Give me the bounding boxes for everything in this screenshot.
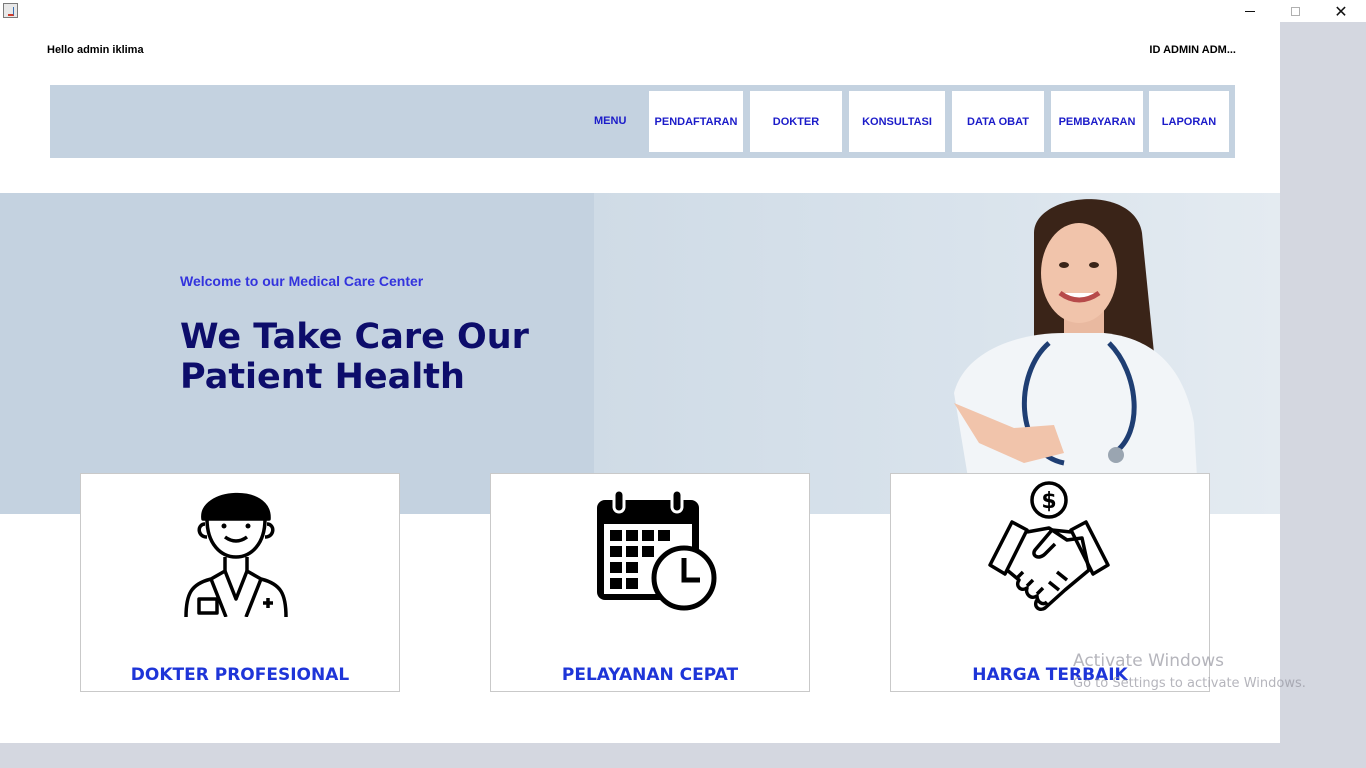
nav-dokter-button[interactable]: DOKTER: [750, 91, 842, 152]
feature-title-fast-service: PELAYANAN CEPAT: [561, 665, 739, 685]
hero-subtitle: Welcome to our Medical Care Center: [180, 273, 424, 289]
minimize-icon: [1245, 10, 1255, 12]
activate-windows-watermark: Activate Windows: [1073, 651, 1224, 671]
main-content: Hello admin iklima ID ADMIN ADM... MENU …: [0, 22, 1280, 743]
nav-laporan-button[interactable]: LAPORAN: [1149, 91, 1229, 152]
close-icon: ✕: [1334, 1, 1348, 21]
doctor-icon: [184, 492, 288, 617]
admin-id-text: ID ADMIN ADM...: [1149, 44, 1236, 56]
activate-windows-hint: Go to Settings to activate Windows.: [1073, 676, 1306, 691]
hero-title-line2: Patient Health: [180, 357, 465, 397]
nav-bar: MENU PENDAFTARAN DOKTER KONSULTASI DATA …: [50, 85, 1235, 158]
feature-card-fast-service: PELAYANAN CEPAT: [490, 473, 810, 692]
hero-title-line1: We Take Care Our: [180, 317, 529, 357]
minimize-button[interactable]: [1227, 0, 1273, 22]
maximize-icon: [1290, 6, 1300, 16]
nav-konsultasi-button[interactable]: KONSULTASI: [849, 91, 945, 152]
window-titlebar: ✕: [0, 0, 1366, 22]
handshake-money-icon: $: [988, 481, 1110, 612]
feature-title-doctor: DOKTER PROFESIONAL: [130, 665, 350, 685]
close-button[interactable]: ✕: [1318, 0, 1364, 22]
greeting-text: Hello admin iklima: [47, 44, 144, 56]
svg-text:$: $: [1041, 489, 1056, 514]
hero-title: We Take Care Our Patient Health: [180, 317, 600, 397]
nav-pembayaran-button[interactable]: PEMBAYARAN: [1051, 91, 1143, 152]
doctor-photo: [594, 193, 1280, 514]
java-app-icon[interactable]: [3, 3, 18, 18]
nav-menu-label: MENU: [594, 115, 627, 127]
nav-data-obat-button[interactable]: DATA OBAT: [952, 91, 1044, 152]
hero-banner: Welcome to our Medical Care Center We Ta…: [0, 193, 1280, 514]
nav-pendaftaran-button[interactable]: PENDAFTARAN: [649, 91, 743, 152]
doctor-illustration: [954, 199, 1199, 514]
calendar-clock-icon: [597, 488, 717, 611]
maximize-button[interactable]: [1272, 0, 1318, 22]
feature-card-doctor: DOKTER PROFESIONAL: [80, 473, 400, 692]
